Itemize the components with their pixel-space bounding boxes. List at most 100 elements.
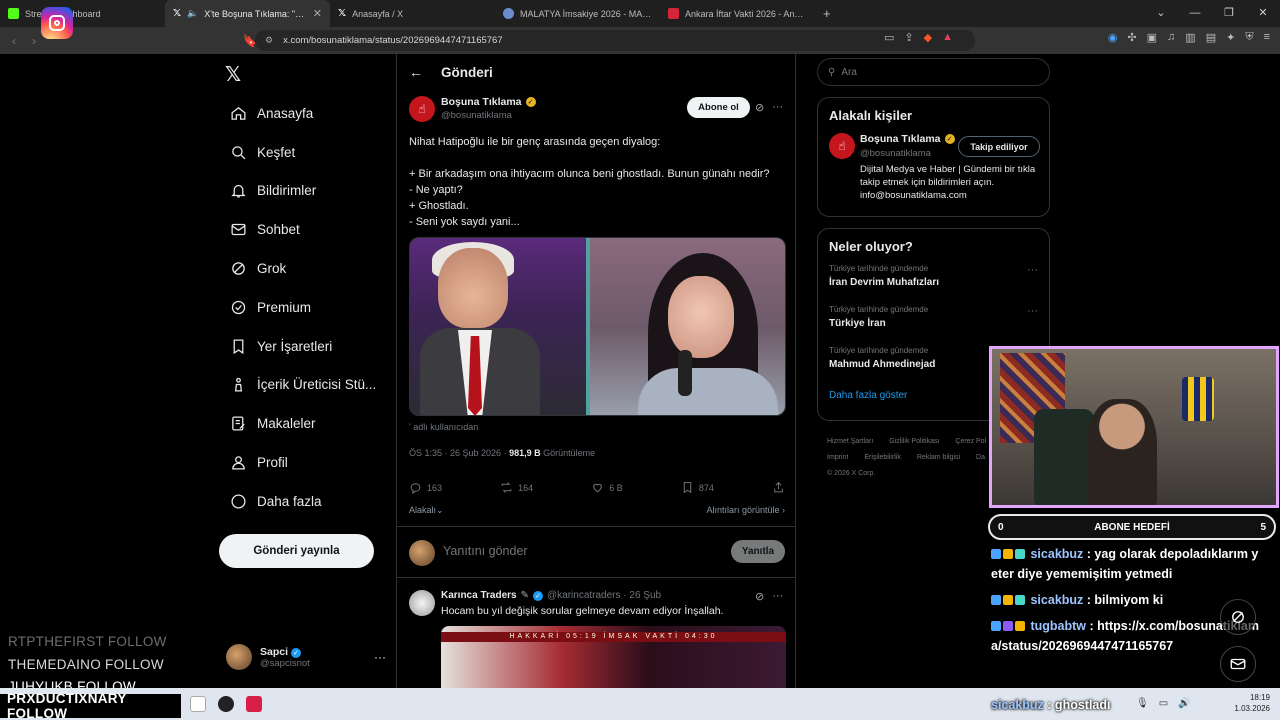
nav-item-explore[interactable]: Keşfet (220, 133, 390, 172)
extension-2-icon[interactable]: ▣ (1147, 31, 1157, 44)
grok-icon[interactable]: ⊘ (755, 101, 764, 114)
webcam-overlay (989, 346, 1279, 508)
back-arrow-icon[interactable]: ← (409, 64, 423, 80)
chevron-down-icon[interactable]: ⌄ (1144, 0, 1178, 27)
nav-item-messages[interactable]: Sohbet (220, 210, 390, 249)
chevron-right-icon: › (782, 505, 785, 515)
browser-tab-ankara[interactable]: Ankara İftar Vakti 2026 - Ankara İmsa (660, 0, 815, 27)
vpn-icon[interactable]: ⛨ (1245, 31, 1253, 44)
sort-dropdown[interactable]: Alakalı⌄ (409, 505, 444, 516)
nav-item-premium[interactable]: Premium (220, 288, 390, 327)
trend-item[interactable]: Türkiye tarihinde gündemde İran Devrim M… (818, 264, 1049, 305)
app-icon[interactable] (246, 696, 262, 712)
wallet-icon[interactable]: ▤ (1206, 31, 1216, 44)
more-icon[interactable]: ··· (1027, 305, 1038, 317)
screen-icon[interactable]: ▭ (884, 31, 894, 44)
sidebar-icon[interactable]: ▥ (1185, 31, 1195, 44)
file-icon[interactable] (190, 696, 206, 712)
browser-tab-active-post[interactable]: 𝕏 🔈 X'te Boşuna Tıklama: "Nihat H ✕ (165, 0, 330, 27)
menu-icon[interactable]: ≡ (1264, 31, 1270, 44)
restore-icon[interactable]: ❐ (1212, 0, 1246, 27)
grok-icon[interactable]: ⊘ (755, 590, 764, 603)
nav-item-notifications[interactable]: Bildirimler (220, 172, 390, 211)
microphone-icon[interactable]: 🎙 (1136, 698, 1149, 709)
nav-item-articles[interactable]: Makaleler (220, 404, 390, 443)
related-person[interactable]: ☝ Boşuna Tıklama ✓ @bosunatiklama Takip e… (818, 133, 1049, 207)
network-icon[interactable]: ▭ (1159, 698, 1168, 709)
more-icon[interactable]: ··· (374, 650, 386, 664)
brave-shield-icon[interactable]: ◆ (924, 31, 932, 44)
reply-button[interactable]: 163 (409, 481, 442, 494)
subscribe-button[interactable]: Abone ol (687, 97, 750, 118)
media-attribution[interactable]: ' adlı kullanıcıdan (409, 422, 478, 432)
nav-item-profile[interactable]: Profil (220, 443, 390, 482)
bookmark-button[interactable]: 874 (681, 481, 714, 494)
avatar (226, 644, 252, 670)
nav-item-home[interactable]: Anasayfa (220, 94, 390, 133)
more-icon[interactable]: ··· (772, 101, 783, 114)
nav-item-creator-studio[interactable]: İçerik Üreticisi Stü... (220, 366, 390, 405)
browser-tab-home[interactable]: 𝕏 Anasayfa / X (330, 0, 495, 27)
taskbar-clock[interactable]: 18:19 1.03.2026 (1230, 692, 1270, 714)
url-actions: ▭ ⇪ ◆ ▲ (884, 31, 953, 44)
post-button[interactable]: Gönderi yayınla (219, 534, 374, 568)
nav-item-more[interactable]: Daha fazla (220, 482, 390, 521)
x-logo-icon[interactable]: 𝕏 (225, 62, 241, 87)
share-icon[interactable]: ⇪ (904, 31, 913, 44)
reply-composer: Yanıtını gönder Yanıtla (397, 526, 795, 578)
brave-rewards-icon[interactable]: ▲ (942, 31, 953, 44)
forward-icon[interactable]: › (24, 34, 44, 48)
pen-icon: ✎ (520, 590, 529, 601)
repost-button[interactable]: 164 (500, 481, 533, 494)
leo-icon[interactable]: ✦ (1226, 31, 1235, 44)
nav-item-grok[interactable]: Grok (220, 249, 390, 288)
verified-badge-icon: ✓ (290, 647, 301, 658)
volume-icon[interactable]: 🔊 (1178, 698, 1190, 709)
reply-submit-button[interactable]: Yanıtla (731, 540, 785, 563)
messages-floating-button[interactable] (1220, 646, 1256, 682)
music-icon[interactable]: ♫ (1167, 31, 1175, 44)
related-avatar[interactable]: ☝ (829, 133, 855, 159)
grok-icon (226, 260, 250, 277)
share-button[interactable] (772, 481, 785, 494)
extension-icons: ◉ ✣ ▣ ♫ ▥ ▤ ✦ ⛨ ≡ (1108, 31, 1270, 44)
badge-icon (1003, 621, 1013, 631)
author-avatar[interactable]: ☝ (409, 96, 435, 122)
close-icon[interactable]: ✕ (1246, 0, 1280, 27)
repost-icon (501, 482, 512, 493)
account-switcher[interactable]: Sapci ✓ @sapcisnot ··· (226, 644, 386, 670)
reply-media[interactable]: HAKKARİ 05:19 İMSAK VAKTİ 04:30 (441, 626, 786, 688)
search-input[interactable]: ⚲ Ara (817, 58, 1050, 86)
puzzle-icon[interactable]: ✣ (1127, 31, 1136, 44)
extension-1-icon[interactable]: ◉ (1108, 31, 1118, 44)
back-icon[interactable]: ‹ (4, 34, 24, 48)
like-button[interactable]: 6 B (591, 481, 623, 494)
avatar[interactable] (409, 590, 435, 616)
minimize-icon[interactable]: — (1178, 0, 1212, 27)
new-tab-button[interactable]: + (815, 0, 845, 27)
reply-input[interactable]: Yanıtını gönder (443, 544, 528, 558)
grok-floating-button[interactable] (1220, 599, 1256, 635)
browser-tab-stream-dashboard[interactable]: Stream Dashboard (0, 0, 165, 27)
site-icon (668, 8, 679, 19)
url-field[interactable]: ⚙ x.com/bosunatiklama/status/20269694474… (255, 30, 975, 51)
more-icon[interactable]: ··· (1027, 264, 1038, 276)
browser-tab-malatya[interactable]: MALATYA İmsakiye 2026 - MALATYA (495, 0, 660, 27)
address-bar-row: ‹ › 🔖 ⚙ x.com/bosunatiklama/status/20269… (0, 27, 1280, 54)
taskbar-apps (190, 696, 262, 712)
nav-item-bookmarks[interactable]: Yer İşaretleri (220, 327, 390, 366)
post-media[interactable] (409, 237, 786, 416)
obs-icon[interactable] (218, 696, 234, 712)
badge-icon (1015, 595, 1025, 605)
following-button[interactable]: Takip ediliyor (958, 136, 1040, 157)
x-icon: 𝕏 (338, 8, 347, 19)
speaker-icon: 🔈 (187, 8, 199, 18)
tab-close-icon[interactable]: ✕ (313, 7, 322, 20)
post-text: Nihat Hatipoğlu ile bir genç arasında ge… (409, 136, 770, 228)
footer-links: Hizmet Şartları Gizlilik Politikası Çere… (827, 438, 987, 477)
view-quotes-link[interactable]: Alıntıları görüntüle › (706, 505, 785, 516)
trend-item[interactable]: Türkiye tarihinde gündemde Türkiye İran … (818, 305, 1049, 346)
site-info-icon[interactable]: ⚙ (265, 35, 273, 46)
bookmark-icon (226, 338, 250, 355)
more-icon[interactable]: ··· (772, 590, 783, 603)
